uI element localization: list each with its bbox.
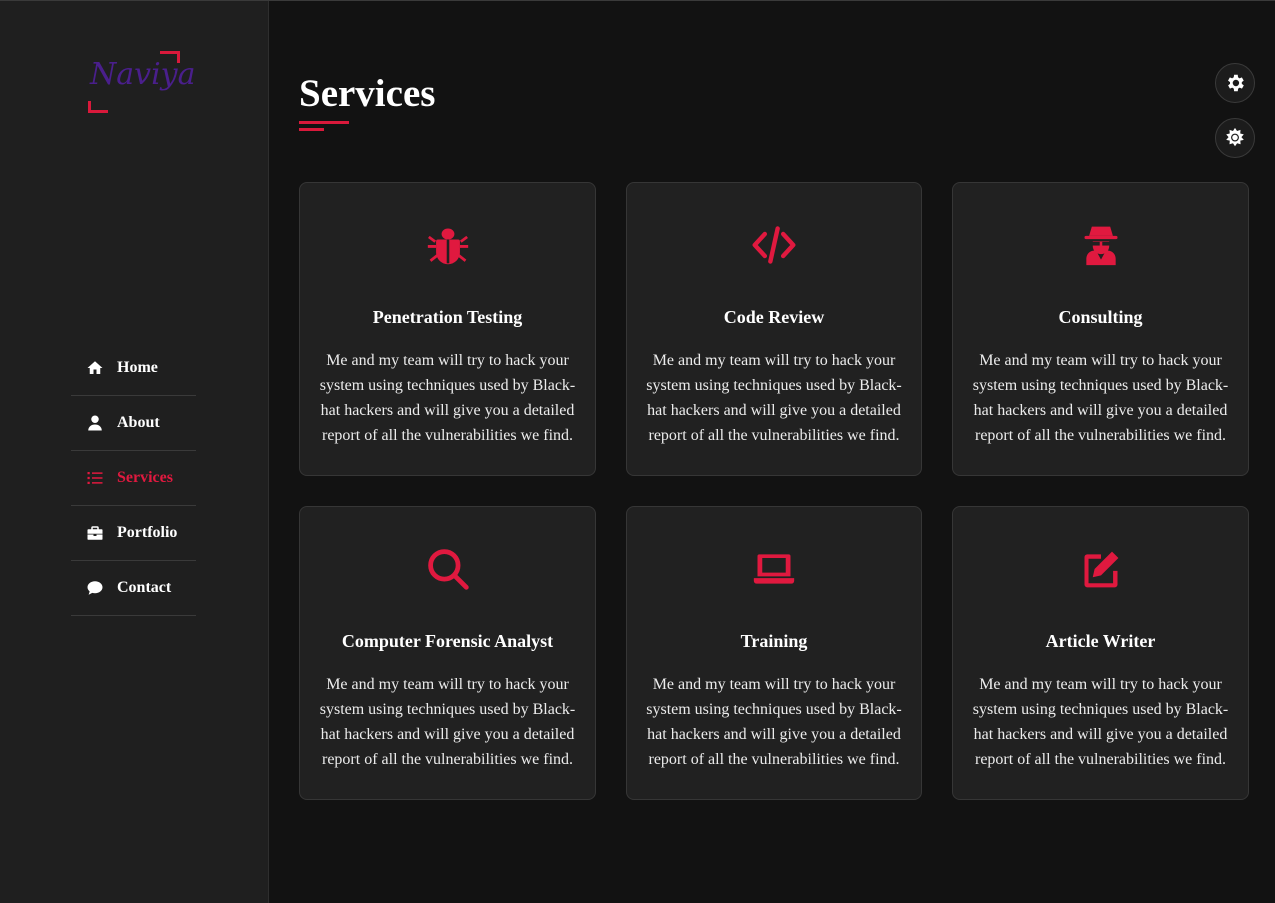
spy-icon [953, 221, 1248, 269]
service-description: Me and my team will try to hack your sys… [646, 676, 902, 768]
sidebar-item-portfolio[interactable]: Portfolio [71, 506, 196, 561]
sidebar-item-label: Home [117, 359, 158, 376]
title-underline [299, 121, 349, 131]
service-title: Article Writer [1045, 631, 1156, 651]
sidebar: Naviya Home About Services Portfolio Con… [0, 1, 269, 903]
service-title: Penetration Testing [372, 307, 523, 327]
service-title: Training [740, 631, 808, 651]
list-icon [85, 468, 105, 488]
bug-icon [300, 221, 595, 269]
brand-logo[interactable]: Naviya [86, 51, 196, 113]
laptop-icon [627, 545, 921, 593]
service-description: Me and my team will try to hack your sys… [319, 676, 576, 768]
gear-icon [1224, 72, 1246, 94]
service-title: Code Review [723, 307, 825, 327]
service-card: Penetration Testing Me and my team will … [299, 182, 596, 476]
service-description: Me and my team will try to hack your sys… [972, 352, 1229, 444]
service-card: Training Me and my team will try to hack… [626, 506, 922, 800]
sidebar-item-label: Portfolio [117, 524, 178, 541]
services-grid: Penetration Testing Me and my team will … [299, 182, 1249, 800]
page-title: Services [299, 72, 436, 115]
logo-text: Naviya [90, 57, 196, 92]
settings-button[interactable] [1215, 63, 1255, 103]
search-icon [300, 545, 595, 593]
sidebar-item-contact[interactable]: Contact [71, 561, 196, 616]
sun-icon [1224, 127, 1246, 149]
sidebar-item-services[interactable]: Services [71, 451, 196, 506]
sidebar-item-home[interactable]: Home [71, 341, 196, 396]
service-card: Article Writer Me and my team will try t… [952, 506, 1249, 800]
edit-icon [953, 545, 1248, 593]
code-icon [627, 221, 921, 269]
sidebar-nav: Home About Services Portfolio Contact [71, 341, 196, 616]
service-description: Me and my team will try to hack your sys… [972, 676, 1229, 768]
main-content: Services Penetration Testing Me and my t… [269, 1, 1275, 903]
service-card: Consulting Me and my team will try to ha… [952, 182, 1249, 476]
service-card: Code Review Me and my team will try to h… [626, 182, 922, 476]
user-icon [85, 413, 105, 433]
sidebar-item-label: Services [117, 469, 173, 486]
service-description: Me and my team will try to hack your sys… [319, 352, 576, 444]
home-icon [85, 358, 105, 378]
sidebar-item-label: Contact [117, 579, 172, 596]
chat-bubble-icon [85, 578, 105, 598]
sidebar-item-label: About [117, 414, 160, 431]
sidebar-item-about[interactable]: About [71, 396, 196, 451]
service-description: Me and my team will try to hack your sys… [646, 352, 902, 444]
briefcase-icon [85, 523, 105, 543]
theme-toggle-button[interactable] [1215, 118, 1255, 158]
service-title: Consulting [1058, 307, 1143, 327]
service-card: Computer Forensic Analyst Me and my team… [299, 506, 596, 800]
service-title: Computer Forensic Analyst [341, 631, 554, 651]
logo-corner-bottom-left [88, 101, 108, 113]
